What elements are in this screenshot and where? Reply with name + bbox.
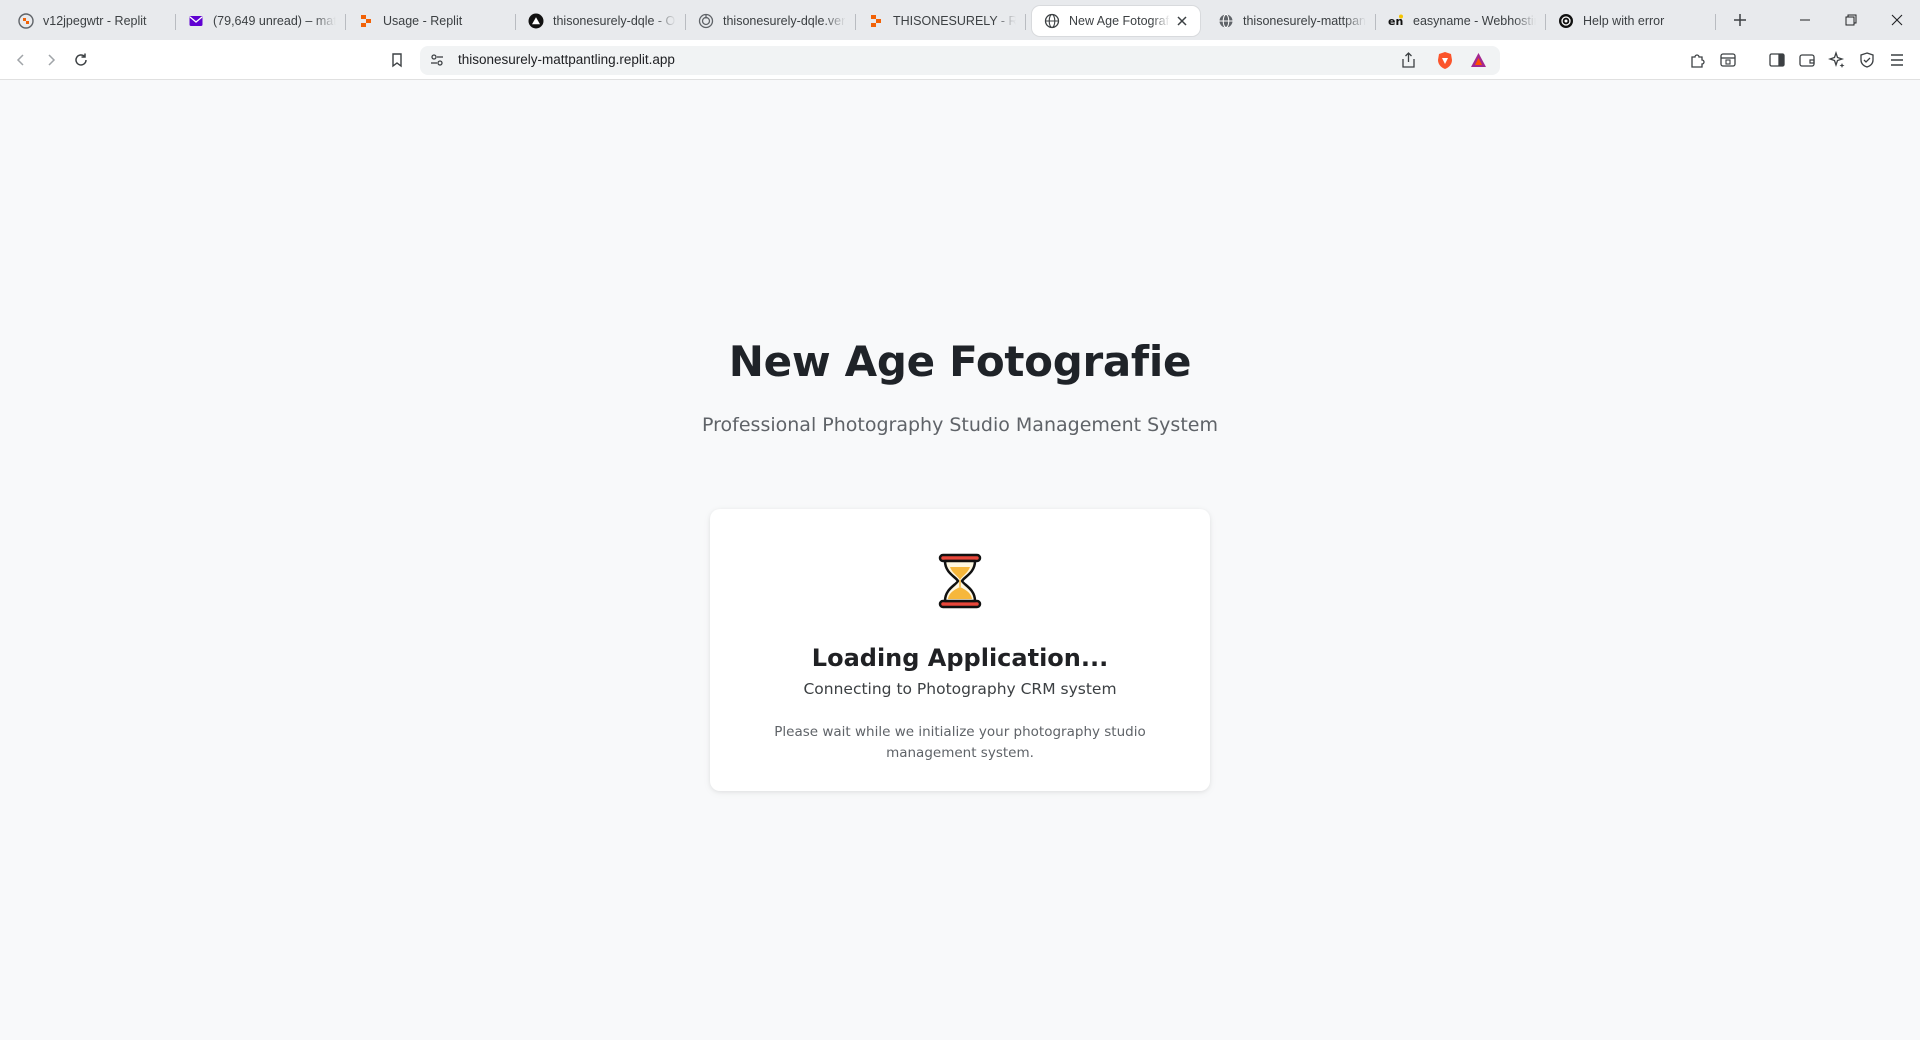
tab-grid-icon [1720,53,1736,67]
site-info-icon[interactable] [429,52,445,73]
tab-new-age-fotografie[interactable]: New Age Fotografie [1032,6,1200,36]
close-window-button[interactable] [1874,0,1920,40]
tab-vercel-dashboard[interactable]: thisonesurely-dqle - O [516,6,686,36]
tab-thisonesurely-replit[interactable]: THISONESURELY - Rep [856,6,1026,36]
tab-search-button[interactable] [1716,48,1740,72]
tab-title: thisonesurely-dqle.verc [723,14,846,28]
brave-rewards-icon[interactable] [1470,52,1487,73]
globe-icon [1218,13,1234,29]
tab-vercel-app[interactable]: thisonesurely-dqle.verc [686,6,856,36]
close-icon [1891,14,1903,26]
vpn-button[interactable] [1855,48,1879,72]
tab-title: v12jpegwtr - Replit [43,14,147,28]
leo-ai-button[interactable] [1825,48,1849,72]
globe-icon [1044,13,1060,29]
url-text: thisonesurely-mattpantling.replit.app [458,52,675,67]
loading-title: Loading Application... [811,644,1109,672]
tab-title: Usage - Replit [383,14,463,28]
sidebar-icon [1769,53,1785,67]
close-tab-icon[interactable] [1174,13,1190,29]
replit-agent-icon [18,13,34,29]
tab-list: v12jpegwtr - Replit (79,649 unread) – ma… [0,0,1754,40]
tab-v12jpegwtr[interactable]: v12jpegwtr - Replit [6,6,176,36]
hourglass-icon [938,553,982,609]
loading-description: Please wait while we initialize your pho… [774,724,1146,761]
tab-title: thisonesurely-mattpan [1243,14,1366,28]
puzzle-icon [1691,54,1705,68]
tab-title: (79,649 unread) – matt [213,14,336,28]
tab-title: easyname - Webhostin [1413,14,1536,28]
menu-button[interactable] [1885,48,1909,72]
wallet-icon [1799,54,1815,67]
sidebar-button[interactable] [1765,48,1789,72]
browser-tab-strip: v12jpegwtr - Replit (79,649 unread) – ma… [0,0,1920,40]
mail-icon [188,13,204,29]
minimize-icon [1800,19,1810,21]
app-title: New Age Fotografie [728,337,1192,386]
tab-title: thisonesurely-dqle - O [553,14,676,28]
vercel-icon [528,13,544,29]
minimize-button[interactable] [1782,0,1828,40]
replit-icon [868,13,884,29]
tab-thisonesurely-mattpantling[interactable]: thisonesurely-mattpan [1206,6,1376,36]
browser-toolbar: thisonesurely-mattpantling.replit.app [0,40,1920,80]
tab-mail[interactable]: (79,649 unread) – matt [176,6,346,36]
share-icon[interactable] [1400,52,1417,74]
back-arrow-icon [16,54,24,66]
globe-loading-icon [698,13,714,29]
openai-icon [1558,13,1574,29]
back-button[interactable] [8,48,34,72]
forward-button[interactable] [38,48,64,72]
page-viewport: New Age Fotografie Professional Photogra… [0,81,1920,1040]
restore-icon [1845,14,1857,26]
plus-icon [1734,14,1746,26]
new-tab-button[interactable] [1726,6,1754,34]
bookmark-button[interactable] [384,48,410,72]
window-controls [1782,0,1920,40]
tab-help-with-error[interactable]: Help with error [1546,6,1716,36]
brave-shields-icon[interactable] [1436,51,1454,75]
app-subtitle: Professional Photography Studio Manageme… [702,414,1218,436]
extensions-button[interactable] [1686,48,1710,72]
replit-icon [358,13,374,29]
shield-icon [1860,52,1874,68]
tab-usage-replit[interactable]: Usage - Replit [346,6,516,36]
tab-title: THISONESURELY - Rep [893,14,1016,28]
reload-icon [75,53,87,66]
tab-title: Help with error [1583,14,1665,28]
forward-arrow-icon [48,54,56,66]
bookmark-icon [392,53,402,68]
restore-button[interactable] [1828,0,1874,40]
loading-card: Loading Application... Connecting to Pho… [710,509,1210,791]
loading-subtitle: Connecting to Photography CRM system [803,680,1117,698]
wallet-button[interactable] [1795,48,1819,72]
hamburger-menu-icon [1891,54,1903,66]
tab-title: New Age Fotografie [1069,14,1170,28]
easyname-icon: en [1388,13,1404,29]
sparkle-icon [1828,51,1845,68]
tab-easyname[interactable]: en easyname - Webhostin [1376,6,1546,36]
reload-button[interactable] [68,48,94,72]
address-bar[interactable]: thisonesurely-mattpantling.replit.app [420,46,1500,75]
